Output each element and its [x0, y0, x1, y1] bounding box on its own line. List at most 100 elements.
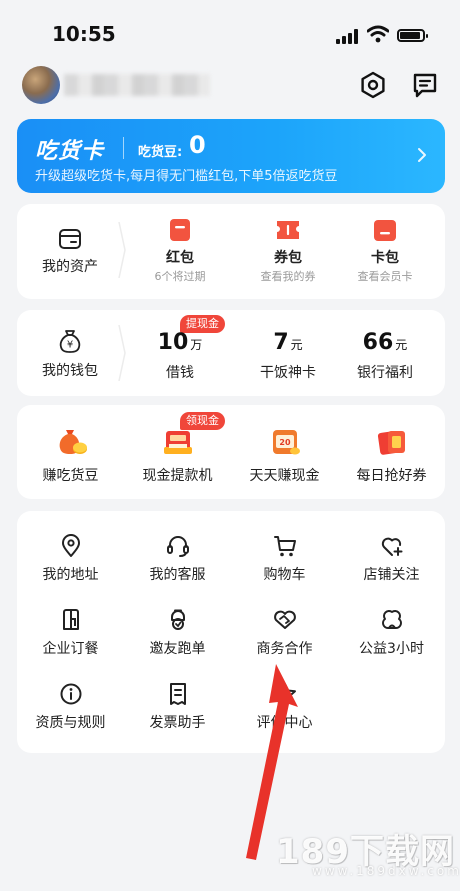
bank-benefit-value: 66	[362, 330, 394, 355]
foodie-bean-label: 吃货豆:	[138, 145, 183, 160]
my-assets-entry[interactable]: 我的资产	[25, 204, 115, 299]
status-bar: 10:55	[0, 0, 460, 60]
red-packet-entry[interactable]: 红包 6个将过期	[130, 204, 230, 299]
chevron-right-icon	[418, 148, 426, 162]
store-follow-label: 店铺关注	[363, 567, 420, 583]
tools-card: 我的地址 我的客服 购物车 店铺关注 企业订餐 邀友跑单 商务合作 公益3小时 …	[17, 511, 445, 753]
wallet-card-icon	[59, 229, 81, 249]
qualification-rules-label: 资质与规则	[35, 715, 106, 731]
borrow-value: 10	[157, 330, 189, 355]
cash-machine-entry[interactable]: 现金提款机	[124, 405, 231, 499]
svg-text:¥: ¥	[67, 340, 73, 351]
message-icon[interactable]	[410, 70, 440, 100]
invoice-assistant-entry[interactable]: 发票助手	[124, 659, 231, 733]
my-address-entry[interactable]: 我的地址	[17, 511, 124, 585]
invoice-assistant-label: 发票助手	[149, 715, 206, 731]
earn-beans-label: 赚吃货豆	[42, 468, 99, 484]
earn-beans-entry[interactable]: 赚吃货豆	[17, 405, 124, 499]
red-packet-sub: 6个将过期	[154, 270, 206, 283]
assets-card: 我的资产 红包 6个将过期 券包 查看我的券 卡包 查看会员卡	[17, 204, 445, 299]
bank-benefit-amount: 66 元	[335, 330, 435, 355]
section-separator	[118, 222, 126, 278]
shopping-cart-entry[interactable]: 购物车	[231, 511, 338, 585]
daily-cash-entry[interactable]: 20 天天赚现金	[231, 405, 338, 499]
enterprise-meal-label: 企业订餐	[42, 641, 99, 657]
card-pack-sub: 查看会员卡	[357, 270, 413, 283]
promo-card: 领现金 赚吃货豆 现金提款机 20 天天赚现金 每日抢好券	[17, 405, 445, 499]
avatar[interactable]	[22, 66, 60, 104]
store-follow-entry[interactable]: 店铺关注	[338, 511, 445, 585]
borrow-label: 借钱	[166, 365, 194, 381]
star-icon	[273, 683, 296, 704]
card-pack-entry[interactable]: 卡包 查看会员卡	[335, 204, 435, 299]
red-packet-icon	[170, 219, 190, 241]
card-pack-icon	[374, 220, 396, 241]
daily-cash-label: 天天赚现金	[249, 468, 320, 484]
bank-benefit-entry[interactable]: 66 元 银行福利	[335, 310, 435, 396]
meal-card-amount: 7元	[238, 330, 338, 355]
coin-bag-icon	[59, 430, 87, 454]
my-wallet-entry[interactable]: ¥ 我的钱包	[25, 310, 115, 396]
cash-machine-label: 现金提款机	[142, 468, 213, 484]
location-pin-icon	[61, 534, 80, 557]
battery-icon	[397, 29, 428, 42]
handshake-icon	[273, 610, 296, 629]
shopping-cart-label: 购物车	[263, 567, 306, 583]
customer-service-label: 我的客服	[149, 567, 206, 583]
my-assets-label: 我的资产	[42, 259, 98, 275]
rider-icon	[170, 609, 185, 630]
charity-label: 公益3小时	[359, 641, 424, 657]
invite-rider-entry[interactable]: 邀友跑单	[124, 585, 231, 659]
coupon-pack-icon	[277, 221, 299, 239]
review-center-label: 评价中心	[256, 715, 313, 731]
enterprise-meal-entry[interactable]: 企业订餐	[17, 585, 124, 659]
meal-card-value: 7	[273, 330, 289, 355]
charity-entry[interactable]: 公益3小时	[338, 585, 445, 659]
headset-icon	[166, 536, 189, 557]
bank-benefit-unit: 元	[395, 338, 408, 352]
bank-benefit-label: 银行福利	[357, 365, 413, 381]
cellular-signal-icon	[336, 28, 362, 44]
business-coop-entry[interactable]: 商务合作	[231, 585, 338, 659]
cash-calendar-icon: 20	[272, 430, 300, 455]
business-coop-label: 商务合作	[256, 641, 313, 657]
my-address-label: 我的地址	[42, 567, 99, 583]
coupon-envelope-icon	[377, 431, 405, 455]
watermark-url: www.189dxw.com	[312, 864, 460, 878]
username-redacted[interactable]	[64, 74, 210, 96]
building-icon	[62, 609, 79, 630]
borrow-money-entry[interactable]: 10 万 借钱	[130, 310, 230, 396]
wallet-card: ¥ 我的钱包 提现金 10 万 借钱 7元 干饭神卡 66 元 银行福利	[17, 310, 445, 396]
section-separator	[118, 325, 126, 381]
shopping-cart-icon	[273, 536, 296, 557]
cash-machine-icon	[163, 431, 192, 454]
foodie-card-subtitle: 升级超级吃货卡,每月得无门槛红包,下单5倍返吃货豆	[35, 169, 338, 184]
my-wallet-label: 我的钱包	[42, 363, 98, 379]
qualification-rules-entry[interactable]: 资质与规则	[17, 659, 124, 733]
borrow-amount: 10 万	[130, 330, 230, 355]
meal-card-entry[interactable]: 7元 干饭神卡	[238, 310, 338, 396]
review-center-entry[interactable]: 评价中心	[231, 659, 338, 733]
charity-icon	[381, 610, 402, 629]
settings-icon[interactable]	[358, 70, 388, 100]
daily-coupon-label: 每日抢好券	[356, 468, 427, 484]
card-pack-label: 卡包	[371, 250, 399, 266]
coupon-value-text: 20	[279, 438, 291, 447]
meal-card-unit: 元	[290, 338, 303, 352]
heart-plus-icon	[381, 537, 402, 556]
foodie-card-title: 吃货卡	[35, 139, 105, 164]
coupon-pack-entry[interactable]: 券包 查看我的券	[238, 204, 338, 299]
money-bag-icon: ¥	[59, 330, 81, 353]
daily-coupon-entry[interactable]: 每日抢好券	[338, 405, 445, 499]
meal-card-label: 干饭神卡	[260, 365, 316, 381]
info-circle-icon	[60, 683, 81, 705]
invite-rider-label: 邀友跑单	[149, 641, 206, 657]
customer-service-entry[interactable]: 我的客服	[124, 511, 231, 585]
foodie-card-banner[interactable]: 吃货卡 吃货豆: 0 升级超级吃货卡,每月得无门槛红包,下单5倍返吃货豆	[17, 119, 445, 193]
borrow-unit: 万	[190, 338, 203, 352]
foodie-bean-value: 0	[189, 131, 206, 159]
coupon-pack-sub: 查看我的券	[260, 270, 316, 283]
red-packet-label: 红包	[166, 250, 194, 266]
divider	[123, 137, 124, 159]
coupon-pack-label: 券包	[274, 250, 302, 266]
